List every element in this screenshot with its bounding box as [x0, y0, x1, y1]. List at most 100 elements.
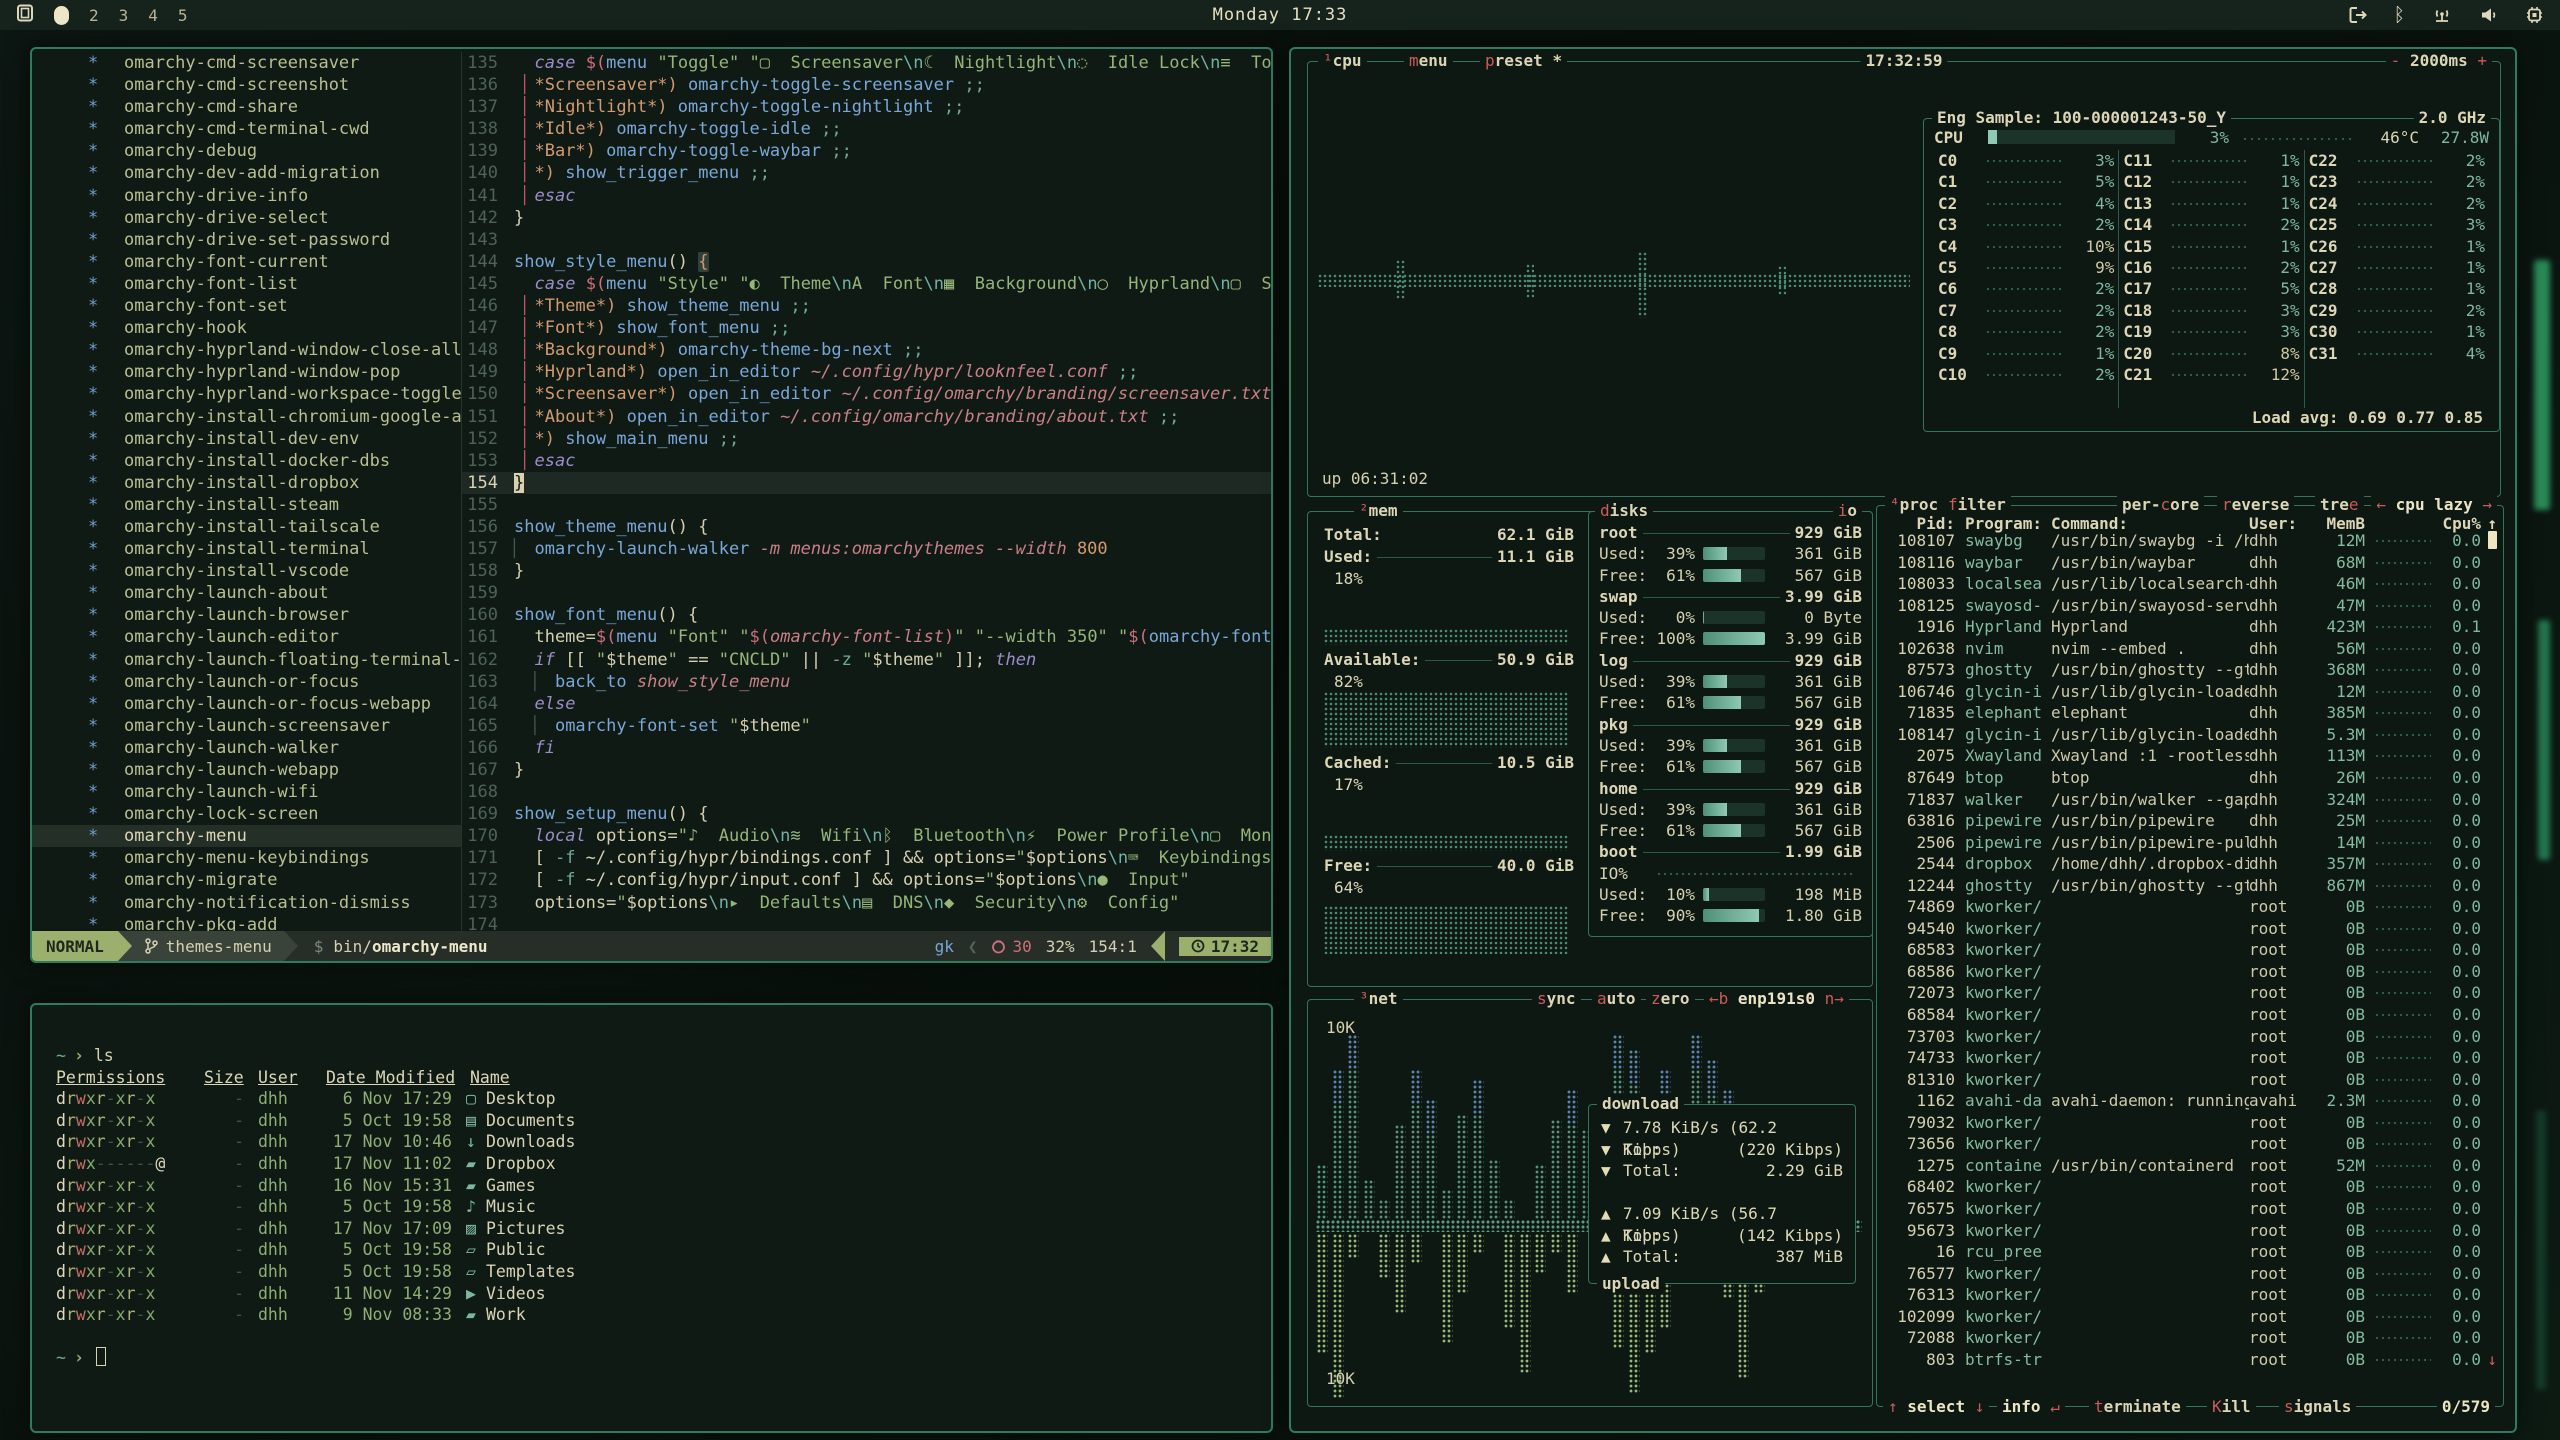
- process-row[interactable]: 102099kworker/root0B0.0: [1877, 1306, 2503, 1328]
- code-line[interactable]: 149 ▏*Hyprland*) open_in_editor ~/.confi…: [462, 361, 1271, 383]
- file-item[interactable]: *omarchy-cmd-screenshot: [32, 74, 461, 96]
- code-line[interactable]: 166 fi: [462, 737, 1271, 759]
- volume-icon[interactable]: [2479, 6, 2499, 24]
- file-item[interactable]: *omarchy-lock-screen: [32, 803, 461, 825]
- process-row[interactable]: 2075XwaylandXwayland :1 -rootless -dhh11…: [1877, 745, 2503, 767]
- file-item[interactable]: *omarchy-hook: [32, 317, 461, 339]
- menu-button[interactable]: menu: [1404, 51, 1453, 71]
- file-item[interactable]: *omarchy-launch-walker: [32, 737, 461, 759]
- code-line[interactable]: 170 local options="♪ Audio\n≋ Wifi\nᛒ Bl…: [462, 825, 1271, 847]
- file-item[interactable]: *omarchy-drive-select: [32, 207, 461, 229]
- proc-info-hint[interactable]: info ↵: [1997, 1397, 2065, 1417]
- file-item[interactable]: *omarchy-cmd-share: [32, 96, 461, 118]
- net-auto-toggle[interactable]: auto: [1592, 989, 1641, 1009]
- proc-sort-selector[interactable]: ← cpu lazy →: [2371, 495, 2497, 515]
- file-item[interactable]: *omarchy-font-current: [32, 251, 461, 273]
- process-row[interactable]: 87649btopbtopdhh26M0.0: [1877, 767, 2503, 789]
- file-item[interactable]: *omarchy-install-docker-dbs: [32, 450, 461, 472]
- file-item[interactable]: *omarchy-install-vscode: [32, 560, 461, 582]
- code-line[interactable]: 145 case $(menu "Style" "◐ Theme\nA Font…: [462, 273, 1271, 295]
- file-item[interactable]: *omarchy-dev-add-migration: [32, 162, 461, 184]
- process-row[interactable]: 72073kworker/root0B0.0: [1877, 982, 2503, 1004]
- file-item[interactable]: *omarchy-launch-browser: [32, 604, 461, 626]
- workspace-2[interactable]: 2: [89, 6, 99, 25]
- process-row[interactable]: 94540kworker/root0B0.0: [1877, 918, 2503, 940]
- file-item[interactable]: *omarchy-install-chromium-google-a: [32, 406, 461, 428]
- process-row[interactable]: 2544dropbox/home/dhh/.dropbox-distdhh357…: [1877, 853, 2503, 875]
- process-row[interactable]: 95673kworker/root0B0.0: [1877, 1220, 2503, 1242]
- code-line[interactable]: 172 [ -f ~/.config/hypr/input.conf ] && …: [462, 869, 1271, 891]
- code-line[interactable]: 174: [462, 914, 1271, 931]
- file-item[interactable]: *omarchy-font-list: [32, 273, 461, 295]
- file-item[interactable]: *omarchy-debug: [32, 140, 461, 162]
- file-list[interactable]: *omarchy-cmd-screensaver*omarchy-cmd-scr…: [32, 52, 462, 931]
- file-item[interactable]: *omarchy-launch-editor: [32, 626, 461, 648]
- code-line[interactable]: 155: [462, 494, 1271, 516]
- process-row[interactable]: 12244ghostty/usr/bin/ghostty --gtk-dhh86…: [1877, 875, 2503, 897]
- code-line[interactable]: 169show_setup_menu() {: [462, 803, 1271, 825]
- proc-signals-hint[interactable]: signals: [2279, 1397, 2356, 1417]
- code-line[interactable]: 157▏ omarchy-launch-walker -m menus:omar…: [462, 538, 1271, 560]
- code-line[interactable]: 141 ▏esac: [462, 185, 1271, 207]
- process-row[interactable]: 68583kworker/root0B0.0: [1877, 939, 2503, 961]
- file-item[interactable]: *omarchy-launch-or-focus: [32, 671, 461, 693]
- cpu-box-label[interactable]: ¹cpu: [1318, 51, 1367, 71]
- code-line[interactable]: 142}: [462, 207, 1271, 229]
- terminal-window[interactable]: ~›ls PermissionsSizeUserDate ModifiedNam…: [30, 1003, 1273, 1433]
- process-row[interactable]: 68586kworker/root0B0.0: [1877, 961, 2503, 983]
- proc-percore-toggle[interactable]: per-core: [2117, 495, 2204, 515]
- network-icon[interactable]: [2431, 6, 2453, 24]
- process-row[interactable]: 76313kworker/root0B0.0: [1877, 1284, 2503, 1306]
- process-row[interactable]: 63816pipewire/usr/bin/pipewiredhh25M0.0: [1877, 810, 2503, 832]
- code-line[interactable]: 137 ▏*Nightlight*) omarchy-toggle-nightl…: [462, 96, 1271, 118]
- process-row[interactable]: 106746glycin-i/usr/lib/glycin-loadersdhh…: [1877, 681, 2503, 703]
- preset-button[interactable]: preset *: [1480, 51, 1567, 71]
- file-item[interactable]: *omarchy-menu: [32, 825, 461, 847]
- code-line[interactable]: 151 ▏*About*) open_in_editor ~/.config/o…: [462, 406, 1271, 428]
- code-line[interactable]: 138 ▏*Idle*) omarchy-toggle-idle ;;: [462, 118, 1271, 140]
- process-row[interactable]: 76577kworker/root0B0.0: [1877, 1263, 2503, 1285]
- process-row[interactable]: 108033localsea/usr/lib/localsearch-exdhh…: [1877, 573, 2503, 595]
- process-row[interactable]: 72088kworker/root0B0.0: [1877, 1327, 2503, 1349]
- workspace-3[interactable]: 3: [119, 6, 129, 25]
- code-line[interactable]: 165 ▏ omarchy-font-set "$theme": [462, 715, 1271, 737]
- file-item[interactable]: *omarchy-pkg-add: [32, 914, 461, 931]
- process-row[interactable]: 71837walker/usr/bin/walker --gappldhh324…: [1877, 789, 2503, 811]
- code-line[interactable]: 160show_font_menu() {: [462, 604, 1271, 626]
- file-item[interactable]: *omarchy-drive-set-password: [32, 229, 461, 251]
- code-line[interactable]: 135 case $(menu "Toggle" "▢ Screensaver\…: [462, 52, 1271, 74]
- file-item[interactable]: *omarchy-install-dropbox: [32, 472, 461, 494]
- process-row[interactable]: 81310kworker/root0B0.0: [1877, 1069, 2503, 1091]
- proc-kill-hint[interactable]: Kill: [2207, 1397, 2256, 1417]
- file-item[interactable]: *omarchy-install-dev-env: [32, 428, 461, 450]
- process-row[interactable]: 1275containe/usr/bin/containerdroot52M0.…: [1877, 1155, 2503, 1177]
- code-line[interactable]: 140 ▏*) show_trigger_menu ;;: [462, 162, 1271, 184]
- process-row[interactable]: 87573ghostty/usr/bin/ghostty --gtk-dhh36…: [1877, 659, 2503, 681]
- file-item[interactable]: *omarchy-hyprland-workspace-toggle: [32, 383, 461, 405]
- workspace-4[interactable]: 4: [148, 6, 158, 25]
- process-row[interactable]: 1916HyprlandHyprlanddhh423M0.1: [1877, 616, 2503, 638]
- code-pane[interactable]: 135 case $(menu "Toggle" "▢ Screensaver\…: [462, 52, 1271, 931]
- process-row[interactable]: 16rcu_preeroot0B0.0: [1877, 1241, 2503, 1263]
- file-item[interactable]: *omarchy-font-set: [32, 295, 461, 317]
- code-line[interactable]: 154}: [462, 472, 1271, 494]
- workspace-5[interactable]: 5: [178, 6, 188, 25]
- file-item[interactable]: *omarchy-install-tailscale: [32, 516, 461, 538]
- code-line[interactable]: 139 ▏*Bar*) omarchy-toggle-waybar ;;: [462, 140, 1271, 162]
- process-row[interactable]: 803btrfs-trroot0B0.0↓: [1877, 1349, 2503, 1371]
- net-interface[interactable]: ←b enp191s0 n→: [1704, 989, 1849, 1009]
- code-line[interactable]: 136 ▏*Screensaver*) omarchy-toggle-scree…: [462, 74, 1271, 96]
- process-row[interactable]: 102638nvimnvim --embed .dhh56M0.0: [1877, 638, 2503, 660]
- process-list[interactable]: 108107swaybg/usr/bin/swaybg -i /homdhh12…: [1877, 530, 2503, 1370]
- bluetooth-icon[interactable]: ᛒ: [2394, 6, 2405, 25]
- process-row[interactable]: 108107swaybg/usr/bin/swaybg -i /homdhh12…: [1877, 530, 2503, 552]
- code-line[interactable]: 144show_style_menu() {: [462, 251, 1271, 273]
- code-line[interactable]: 148 ▏*Background*) omarchy-theme-bg-next…: [462, 339, 1271, 361]
- process-row[interactable]: 73703kworker/root0B0.0: [1877, 1026, 2503, 1048]
- process-row[interactable]: 108147glycin-i/usr/lib/glycin-loadersdhh…: [1877, 724, 2503, 746]
- file-item[interactable]: *omarchy-hyprland-window-close-all: [32, 339, 461, 361]
- file-item[interactable]: *omarchy-launch-or-focus-webapp: [32, 693, 461, 715]
- file-item[interactable]: *omarchy-launch-screensaver: [32, 715, 461, 737]
- file-item[interactable]: *omarchy-install-steam: [32, 494, 461, 516]
- code-line[interactable]: 152 ▏*) show_main_menu ;;: [462, 428, 1271, 450]
